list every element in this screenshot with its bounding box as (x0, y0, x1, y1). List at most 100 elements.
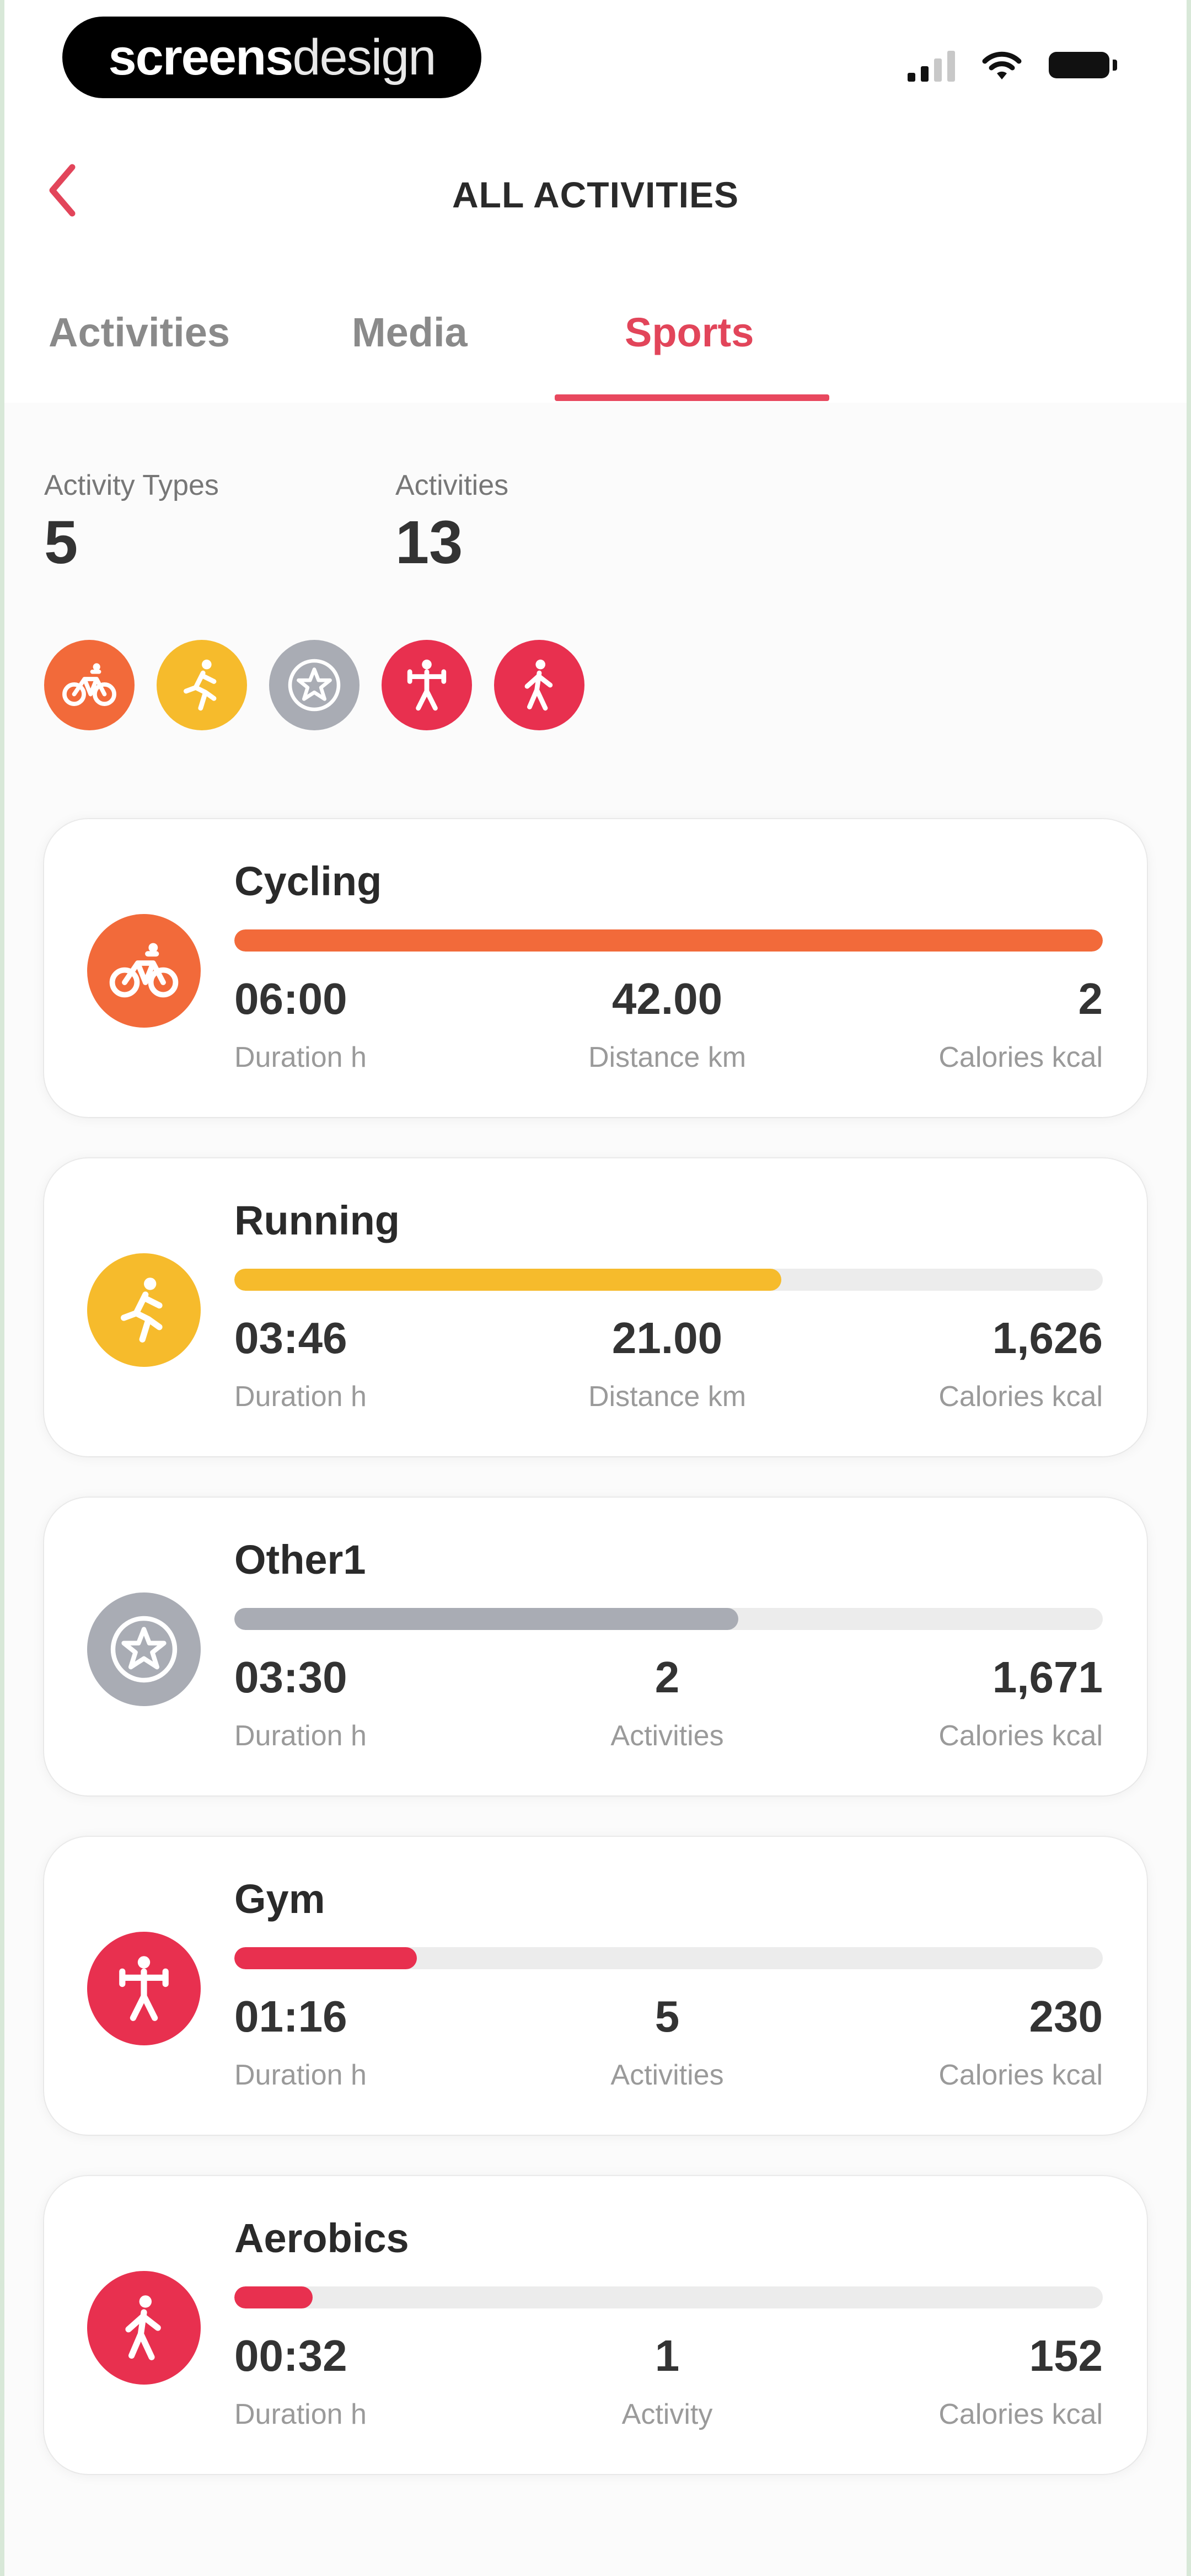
middle-label: Distance km (588, 1381, 747, 1413)
badge-gym[interactable] (382, 640, 472, 730)
tab-sports[interactable]: Sports (625, 309, 754, 356)
middle-value: 1 (654, 2331, 680, 2380)
calories-stat: 1,671 Calories kcal (938, 1652, 1103, 1752)
duration-label: Duration h (234, 2398, 367, 2430)
tab-activities[interactable]: Activities (49, 309, 230, 356)
progress-track (234, 1269, 1103, 1291)
middle-value: 5 (654, 1992, 680, 2041)
calories-stat: 2 Calories kcal (938, 974, 1103, 1074)
sport-card-cycling[interactable]: Cycling 06:00 Duration h 42.00 Distance … (44, 819, 1147, 1117)
card-title: Running (234, 1198, 400, 1243)
middle-stat: 5 Activities (610, 1991, 723, 2092)
middle-stat: 2 Activities (610, 1652, 723, 1752)
card-title: Other1 (234, 1537, 366, 1583)
badge-cycling[interactable] (44, 640, 135, 730)
bicycle-icon (109, 943, 179, 998)
middle-label: Distance km (588, 1041, 747, 1073)
nav-bar: ALL ACTIVITIES (4, 143, 1187, 243)
activity-types-value: 5 (44, 509, 78, 576)
duration-stat: 00:32 Duration h (234, 2331, 367, 2431)
active-tab-indicator (555, 394, 829, 401)
activities-label: Activities (395, 469, 509, 501)
frame-border-right (1187, 0, 1191, 2576)
card-icon-circle (87, 1932, 201, 2045)
duration-stat: 03:46 Duration h (234, 1313, 367, 1413)
badge-running[interactable] (157, 640, 247, 730)
page: screensdesign ALL ACTIVITIES Activities (0, 0, 1191, 2576)
battery-icon (1049, 52, 1117, 78)
progress-track (234, 2286, 1103, 2308)
sport-card-running[interactable]: Running 03:46 Duration h 21.00 Distance … (44, 1158, 1147, 1456)
duration-value: 03:30 (234, 1653, 347, 1702)
calories-label: Calories kcal (938, 1720, 1103, 1752)
calories-label: Calories kcal (938, 1041, 1103, 1073)
progress-fill (234, 1608, 738, 1630)
middle-value: 42.00 (611, 974, 723, 1023)
star-icon (110, 1616, 178, 1683)
activities-stat: Activities 13 (395, 469, 508, 578)
activity-types-stat: Activity Types 5 (44, 469, 219, 578)
duration-label: Duration h (234, 1381, 367, 1413)
calories-value: 1,671 (992, 1653, 1103, 1702)
duration-stat: 03:30 Duration h (234, 1652, 367, 1752)
activity-type-badges (44, 640, 584, 730)
middle-stat: 42.00 Distance km (588, 974, 746, 1074)
progress-track (234, 1608, 1103, 1630)
running-icon (184, 659, 217, 711)
status-bar (908, 49, 1117, 82)
gym-icon (407, 659, 447, 711)
middle-label: Activities (610, 1720, 724, 1752)
duration-value: 03:46 (234, 1313, 347, 1362)
activities-value: 13 (395, 509, 463, 576)
frame-border-left (0, 0, 4, 2576)
calories-label: Calories kcal (938, 1381, 1103, 1413)
tab-media[interactable]: Media (352, 309, 468, 356)
sport-card-aerobics[interactable]: Aerobics 00:32 Duration h 1 Activity 152… (44, 2176, 1147, 2474)
header: screensdesign ALL ACTIVITIES Activities (4, 0, 1187, 403)
bicycle-icon (62, 663, 116, 706)
middle-label: Activity (621, 2398, 713, 2430)
middle-value: 2 (654, 1653, 680, 1702)
middle-label: Activities (610, 2059, 724, 2091)
calories-value: 2 (1078, 974, 1103, 1023)
calories-stat: 1,626 Calories kcal (938, 1313, 1103, 1413)
duration-value: 01:16 (234, 1992, 347, 2041)
progress-track (234, 1947, 1103, 1969)
sport-card-other[interactable]: Other1 03:30 Duration h 2 Activities 1,6… (44, 1498, 1147, 1795)
middle-stat: 21.00 Distance km (588, 1313, 746, 1413)
brand-bold: screens (108, 29, 294, 85)
walking-icon (524, 659, 553, 711)
wifi-icon (982, 51, 1022, 79)
calories-value: 1,626 (992, 1313, 1103, 1362)
progress-fill (234, 2286, 313, 2308)
middle-stat: 1 Activity (622, 2331, 713, 2431)
progress-fill (234, 1269, 782, 1291)
duration-value: 00:32 (234, 2331, 347, 2380)
brand-watermark: screens design (62, 17, 481, 98)
progress-track (234, 929, 1103, 952)
card-title: Aerobics (234, 2215, 409, 2261)
duration-label: Duration h (234, 1720, 367, 1752)
badge-other[interactable] (269, 640, 360, 730)
sport-card-gym[interactable]: Gym 01:16 Duration h 5 Activities 230 Ca… (44, 1837, 1147, 2135)
badge-aerobics[interactable] (494, 640, 584, 730)
middle-value: 21.00 (611, 1313, 723, 1362)
card-icon-circle (87, 914, 201, 1028)
running-icon (121, 1278, 163, 1343)
duration-value: 06:00 (234, 974, 347, 1023)
card-icon-circle (87, 1253, 201, 1367)
calories-label: Calories kcal (938, 2398, 1103, 2430)
activity-types-label: Activity Types (44, 469, 219, 501)
duration-label: Duration h (234, 2059, 367, 2091)
calories-stat: 152 Calories kcal (938, 2331, 1103, 2431)
progress-fill (234, 1947, 417, 1969)
calories-value: 230 (1029, 1992, 1103, 2041)
walking-icon (125, 2295, 161, 2360)
card-title: Gym (234, 1876, 325, 1922)
calories-stat: 230 Calories kcal (938, 1991, 1103, 2092)
progress-fill (234, 929, 1103, 952)
calories-label: Calories kcal (938, 2059, 1103, 2091)
duration-label: Duration h (234, 1041, 367, 1073)
card-icon-circle (87, 1592, 201, 1706)
star-icon (288, 659, 341, 712)
